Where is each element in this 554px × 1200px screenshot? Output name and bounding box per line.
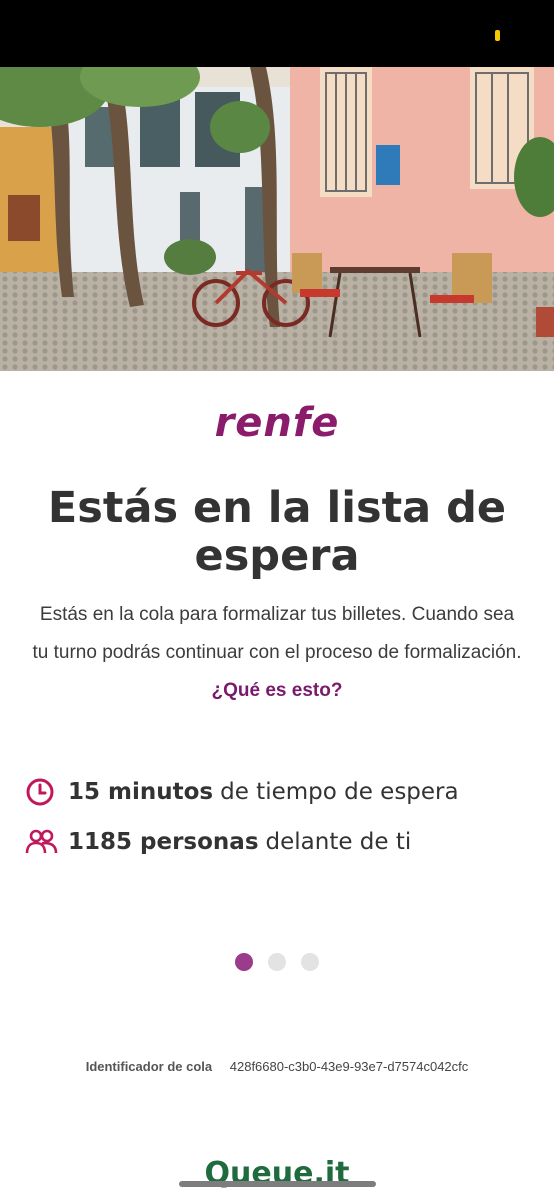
description-text: Estás en la cola para formalizar tus bil… (32, 604, 522, 663)
page-dot-3[interactable] (301, 953, 319, 971)
clock-icon (26, 778, 54, 806)
queue-identifier: Identificador de cola 428f6680-c3b0-43e9… (0, 1059, 554, 1074)
wait-time-row: 15 minutos de tiempo de espera (24, 775, 459, 809)
people-ahead-label: delante de ti (265, 829, 412, 855)
renfe-logo: renfe (214, 400, 340, 446)
page-indicator (0, 953, 554, 971)
page-dot-1[interactable] (235, 953, 253, 971)
page-title: Estás en la lista de espera (47, 483, 507, 581)
help-link[interactable]: ¿Qué es esto? (212, 680, 343, 701)
wait-time-label: de tiempo de espera (220, 779, 459, 805)
page-dot-2[interactable] (268, 953, 286, 971)
people-ahead-row: 1185 personas delante de ti (24, 825, 411, 859)
status-indicator-icon (495, 30, 500, 41)
street-scene-illustration (0, 67, 554, 371)
status-bar (0, 0, 554, 67)
people-ahead-value: 1185 personas (68, 829, 259, 855)
queue-id-label: Identificador de cola (85, 1059, 213, 1074)
hero-image (0, 67, 554, 371)
page-description: Estás en la cola para formalizar tus bil… (30, 596, 524, 710)
queue-it-logo: Queue.it (204, 1156, 350, 1191)
people-icon (25, 829, 58, 854)
queue-id-value: 428f6680-c3b0-43e9-93e7-d7574c042cfc (229, 1059, 469, 1074)
home-indicator[interactable] (179, 1181, 376, 1187)
wait-time-value: 15 minutos (68, 779, 214, 805)
